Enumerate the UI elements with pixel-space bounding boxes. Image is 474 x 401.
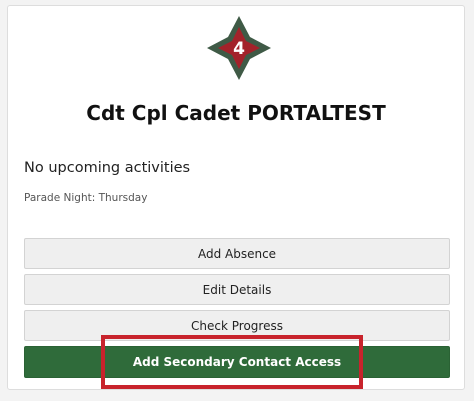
add-absence-button[interactable]: Add Absence	[24, 238, 450, 269]
rank-badge-svg: 4	[207, 16, 271, 80]
cadet-name-heading: Cdt Cpl Cadet PORTALTEST	[86, 101, 386, 125]
parade-night-text: Parade Night: Thursday	[24, 192, 148, 204]
cadet-profile-card: 4 Cdt Cpl Cadet PORTALTEST No upcoming a…	[7, 5, 465, 390]
check-progress-button[interactable]: Check Progress	[24, 310, 450, 341]
edit-details-button[interactable]: Edit Details	[24, 274, 450, 305]
rank-badge-number: 4	[233, 39, 245, 59]
add-secondary-contact-access-button[interactable]: Add Secondary Contact Access	[24, 346, 450, 378]
upcoming-activities-text: No upcoming activities	[24, 160, 191, 176]
rank-badge-icon: 4	[206, 15, 272, 81]
